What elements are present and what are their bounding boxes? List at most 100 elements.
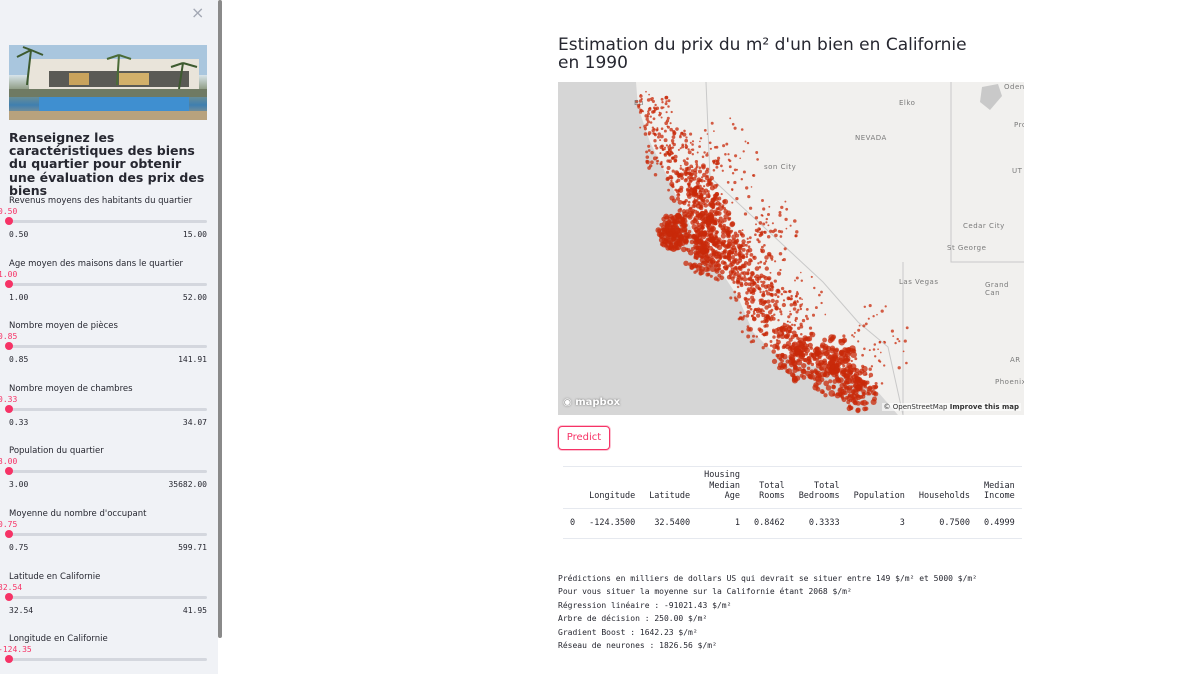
data-point	[787, 315, 791, 319]
data-point	[677, 208, 682, 213]
data-point	[715, 183, 719, 187]
slider-min: 0.33	[9, 418, 29, 427]
data-point	[690, 176, 694, 180]
data-point	[780, 293, 783, 296]
data-point	[750, 186, 753, 188]
slider-label: Nombre moyen de pièces	[9, 321, 118, 331]
data-point	[691, 143, 694, 146]
data-point	[857, 340, 860, 343]
slider-latitude[interactable]: Latitude en Californie 32.54 32.54 41.95	[0, 572, 218, 634]
slider-population[interactable]: Population du quartier 3.00 3.00 35682.0…	[0, 446, 218, 508]
slider-thumb[interactable]	[5, 655, 13, 663]
data-point	[679, 172, 684, 178]
data-point	[864, 406, 869, 411]
data-point	[741, 254, 745, 259]
data-point	[664, 102, 668, 106]
slider-thumb[interactable]	[5, 467, 13, 475]
data-point	[746, 237, 749, 240]
data-point	[776, 271, 782, 276]
data-point	[725, 264, 730, 269]
slider-label: Age moyen des maisons dans le quartier	[9, 259, 184, 269]
data-point	[768, 205, 771, 208]
slider-thumb[interactable]	[5, 530, 13, 538]
data-point	[660, 97, 664, 101]
data-point	[825, 353, 832, 360]
data-point	[753, 307, 757, 311]
data-point	[813, 368, 818, 373]
data-point	[838, 388, 843, 392]
map-label: AR	[1010, 356, 1021, 364]
data-point	[859, 400, 865, 406]
slider-label: Nombre moyen de chambres	[9, 384, 133, 394]
data-point	[700, 198, 704, 202]
slider-track[interactable]	[9, 596, 207, 599]
slider-thumb[interactable]	[5, 280, 13, 288]
data-point	[716, 263, 721, 268]
data-point	[726, 181, 730, 184]
data-point	[784, 200, 787, 203]
data-point	[645, 90, 647, 93]
data-point	[731, 171, 735, 175]
slider-track[interactable]	[9, 345, 207, 348]
data-point	[737, 292, 741, 296]
osm-attribution[interactable]: © OpenStreetMap	[884, 403, 948, 411]
data-point	[852, 348, 856, 352]
map-label: Phoenix	[995, 378, 1024, 386]
data-point	[695, 213, 700, 218]
data-point	[673, 158, 678, 163]
data-point	[664, 240, 672, 247]
map-attribution[interactable]: © OpenStreetMap Improve this map	[881, 403, 1021, 411]
slider-track[interactable]	[9, 220, 207, 223]
slider-longitude[interactable]: Longitude en Californie -124.35	[0, 634, 218, 674]
slider-age[interactable]: Age moyen des maisons dans le quartier 1…	[0, 259, 218, 321]
data-point	[764, 266, 769, 271]
data-point	[685, 146, 688, 150]
slider-track[interactable]	[9, 658, 207, 661]
data-point	[659, 242, 665, 247]
data-point	[853, 335, 855, 338]
data-point	[645, 159, 649, 163]
data-point	[709, 209, 715, 215]
data-point	[757, 327, 762, 332]
data-point	[696, 200, 700, 204]
sidebar-scrollbar[interactable]	[218, 0, 222, 638]
slider-track[interactable]	[9, 533, 207, 536]
slider-track[interactable]	[9, 408, 207, 411]
slider-thumb[interactable]	[5, 405, 13, 413]
slider-pieces[interactable]: Nombre moyen de pièces 0.85 0.85 141.91	[0, 321, 218, 383]
data-point	[660, 116, 663, 119]
improve-map-link[interactable]: Improve this map	[950, 403, 1019, 411]
data-point	[883, 364, 886, 367]
data-point	[691, 153, 694, 156]
data-point	[714, 249, 718, 254]
data-point	[665, 170, 670, 174]
map-label: Pro	[1014, 121, 1024, 129]
data-point	[855, 407, 861, 413]
data-point	[694, 174, 698, 178]
close-sidebar-icon[interactable]: ×	[191, 3, 204, 22]
slider-thumb[interactable]	[5, 593, 13, 601]
data-point	[663, 129, 667, 133]
slider-chambres[interactable]: Nombre moyen de chambres 0.33 0.33 34.07	[0, 384, 218, 446]
map-label: son City	[764, 163, 797, 171]
slider-track[interactable]	[9, 470, 207, 473]
data-point	[679, 164, 682, 167]
slider-track[interactable]	[9, 283, 207, 286]
slider-thumb[interactable]	[5, 217, 13, 225]
predict-button[interactable]: Predict	[558, 426, 610, 450]
data-point	[767, 304, 772, 308]
map[interactable]: NEVADA Las Vegas Grand Can Cedar City St…	[558, 82, 1024, 415]
data-point	[805, 308, 809, 311]
data-point	[748, 206, 753, 210]
slider-occupants[interactable]: Moyenne du nombre d'occupant 0.75 0.75 5…	[0, 509, 218, 571]
data-point	[665, 111, 668, 114]
table-cell: 1	[697, 508, 747, 539]
mapbox-logo[interactable]: ◉ mapbox	[563, 397, 620, 408]
map-label: St George	[947, 244, 987, 252]
data-point	[784, 290, 788, 294]
slider-thumb[interactable]	[5, 342, 13, 350]
data-point	[727, 153, 730, 156]
data-point	[850, 363, 857, 370]
slider-revenus[interactable]: Revenus moyens des habitants du quartier…	[0, 196, 218, 258]
data-point	[761, 301, 766, 307]
